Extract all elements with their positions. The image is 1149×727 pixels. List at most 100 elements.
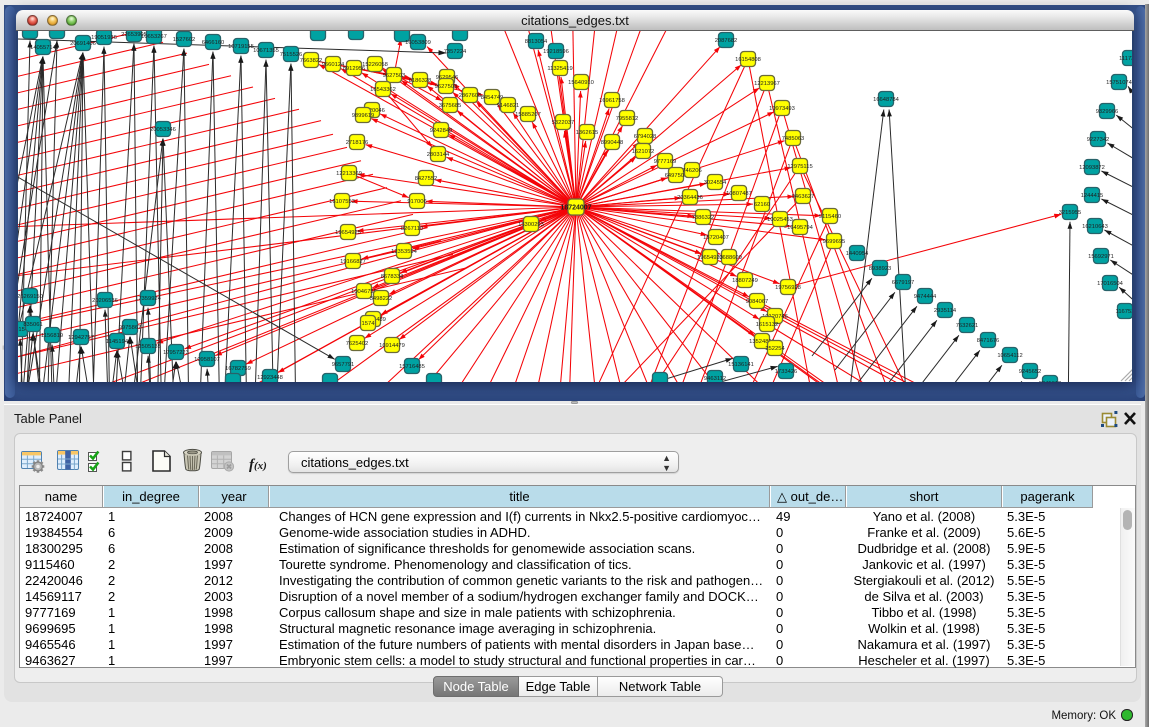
svg-text:8938923: 8938923 <box>869 266 892 272</box>
svg-text:9474444: 9474444 <box>914 294 937 300</box>
svg-text:20364436: 20364436 <box>677 195 703 201</box>
svg-text:12923448: 12923448 <box>257 375 283 381</box>
svg-text:15136141: 15136141 <box>728 362 754 368</box>
svg-text:3675685: 3675685 <box>439 103 462 109</box>
svg-text:1527602: 1527602 <box>173 37 196 43</box>
svg-text:14055714: 14055714 <box>30 45 57 51</box>
svg-text:1621072: 1621072 <box>632 149 655 155</box>
svg-text:19051936: 19051936 <box>91 35 117 41</box>
svg-text:9657791: 9657791 <box>332 362 355 368</box>
svg-text:10654112: 10654112 <box>997 353 1022 359</box>
svg-text:917006: 917006 <box>407 199 426 205</box>
svg-text:9463627: 9463627 <box>792 194 815 200</box>
svg-text:9627503: 9627503 <box>383 73 406 79</box>
svg-text:16782759: 16782759 <box>225 366 251 372</box>
svg-text:16914479: 16914479 <box>379 343 405 349</box>
svg-text:16154808: 16154808 <box>735 57 761 63</box>
svg-text:8186328: 8186328 <box>409 78 432 84</box>
svg-text:f(x): f(x) <box>249 457 267 473</box>
svg-text:12975115: 12975115 <box>787 164 812 170</box>
svg-text:12505135: 12505135 <box>135 344 161 350</box>
svg-text:19166827: 19166827 <box>340 259 366 265</box>
svg-text:20053346: 20053346 <box>150 127 176 133</box>
svg-text:18724007: 18724007 <box>560 205 591 212</box>
svg-text:2935114: 2935114 <box>934 308 957 314</box>
svg-text:10025453: 10025453 <box>767 217 793 223</box>
svg-text:19654923: 19654923 <box>697 255 723 261</box>
svg-text:6794028: 6794028 <box>634 134 657 140</box>
svg-text:1156819: 1156819 <box>41 333 63 339</box>
svg-text:2867608: 2867608 <box>459 93 482 99</box>
svg-text:1362615: 1362615 <box>576 130 599 136</box>
svg-text:9329966: 9329966 <box>1096 109 1119 115</box>
svg-text:19654925: 19654925 <box>335 230 361 236</box>
svg-text:16107553: 16107553 <box>329 199 355 205</box>
svg-text:1145194: 1145194 <box>106 339 129 345</box>
svg-text:9245652: 9245652 <box>1019 369 1042 375</box>
svg-text:15300293: 15300293 <box>518 222 544 228</box>
svg-text:9627508: 9627508 <box>435 84 458 90</box>
svg-text:9084067: 9084067 <box>746 299 769 305</box>
svg-text:252254: 252254 <box>765 346 785 352</box>
svg-text:62160: 62160 <box>754 202 770 208</box>
svg-text:7485063: 7485063 <box>782 136 805 142</box>
svg-text:17359924: 17359924 <box>135 296 162 302</box>
svg-text:8427552: 8427552 <box>415 176 438 182</box>
svg-text:12942757: 12942757 <box>68 335 94 341</box>
svg-text:5322037: 5322037 <box>552 120 575 126</box>
svg-text:7386322: 7386322 <box>692 215 715 221</box>
svg-text:16961758: 16961758 <box>599 98 625 104</box>
svg-text:9699695: 9699695 <box>823 239 846 245</box>
svg-text:116753: 116753 <box>1116 309 1132 315</box>
svg-text:9975867: 9975867 <box>119 325 142 331</box>
svg-text:10807487: 10807487 <box>726 191 752 197</box>
svg-text:15885207: 15885207 <box>515 112 541 118</box>
svg-text:17957223: 17957223 <box>163 350 189 356</box>
svg-text:15692971: 15692971 <box>1088 254 1114 260</box>
svg-text:16495794: 16495794 <box>787 225 814 231</box>
svg-text:26269150: 26269150 <box>18 294 43 300</box>
svg-text:1574: 1574 <box>362 321 376 327</box>
svg-text:1615132: 1615132 <box>756 322 779 328</box>
svg-text:9660124: 9660124 <box>322 62 345 68</box>
svg-text:9463112: 9463112 <box>704 376 726 382</box>
svg-text:15226058: 15226058 <box>362 62 388 68</box>
svg-text:8990448: 8990448 <box>601 140 624 146</box>
svg-text:2803144: 2803144 <box>427 152 450 158</box>
svg-text:10958107: 10958107 <box>194 357 220 363</box>
svg-text:9899619: 9899619 <box>352 113 375 119</box>
svg-text:6679197: 6679197 <box>892 280 915 286</box>
svg-text:9777169: 9777169 <box>654 159 677 165</box>
svg-text:2718176: 2718176 <box>346 140 369 146</box>
svg-text:8678334: 8678334 <box>381 274 404 280</box>
svg-text:15751074: 15751074 <box>1106 80 1132 86</box>
svg-text:1440954: 1440954 <box>846 251 869 257</box>
svg-text:12213967: 12213967 <box>754 81 780 87</box>
svg-text:3215955: 3215955 <box>1059 210 1082 216</box>
svg-text:835061: 835061 <box>23 322 42 328</box>
svg-text:15720407: 15720407 <box>703 235 729 241</box>
svg-text:1244415: 1244415 <box>1081 193 1104 199</box>
svg-text:11325419: 11325419 <box>547 66 572 72</box>
svg-text:18807249: 18807249 <box>732 278 758 284</box>
svg-text:16053809: 16053809 <box>405 40 431 46</box>
svg-text:17016504: 17016504 <box>1097 281 1124 287</box>
svg-text:7625402: 7625402 <box>346 341 369 347</box>
svg-text:10671355: 10671355 <box>253 48 279 54</box>
svg-text:16648784: 16648784 <box>873 97 900 103</box>
svg-text:746206: 746206 <box>682 168 701 174</box>
svg-text:10973493: 10973493 <box>769 106 795 112</box>
svg-text:3498222: 3498222 <box>370 296 393 302</box>
svg-text:2087682: 2087682 <box>715 38 738 44</box>
svg-text:15716485: 15716485 <box>399 364 425 370</box>
svg-text:1117364: 1117364 <box>1119 56 1132 62</box>
svg-text:19218596: 19218596 <box>543 49 569 55</box>
svg-text:3024554: 3024554 <box>704 180 727 186</box>
svg-text:8267110: 8267110 <box>401 226 423 232</box>
svg-text:6466160: 6466160 <box>202 40 225 46</box>
svg-text:7632621: 7632621 <box>956 323 979 329</box>
svg-text:10719155: 10719155 <box>228 44 254 50</box>
svg-text:9245612: 9245612 <box>1039 381 1062 382</box>
svg-text:20206536: 20206536 <box>92 298 118 304</box>
svg-text:16543362: 16543362 <box>370 87 396 93</box>
